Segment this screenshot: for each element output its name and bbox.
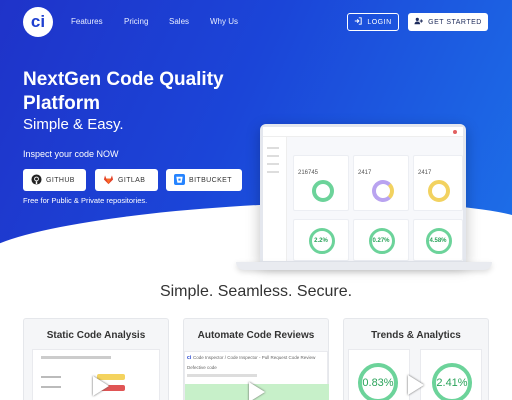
feature-card-static-analysis[interactable]: Static Code Analysis xyxy=(23,318,169,400)
mockup-sidebar xyxy=(263,137,287,261)
trend-ring-2-value: 2.41% xyxy=(436,377,468,389)
mockup-topbar xyxy=(263,127,463,137)
top-nav: ci Features Pricing Sales Why Us LOGIN G… xyxy=(0,0,512,44)
mockup-value-2: 2417 xyxy=(358,170,372,176)
mockup-metric-2: 0.27% xyxy=(353,219,409,261)
card-preview: 0.83% 2.41% xyxy=(346,349,488,400)
card-preview: ci Code Inspector / Code Inspector - Pul… xyxy=(184,351,329,400)
trend-ring-1-value: 0.83% xyxy=(362,377,394,389)
snippet-sub: Defective code xyxy=(187,365,217,370)
nav-link-sales[interactable]: Sales xyxy=(169,17,189,26)
bitbucket-icon xyxy=(174,173,185,187)
nav-link-features[interactable]: Features xyxy=(71,17,103,26)
feature-card-code-reviews[interactable]: Automate Code Reviews ci Code Inspector … xyxy=(183,318,329,400)
mockup-metric-1: 2.2% xyxy=(293,219,349,261)
ci-mini-logo: ci xyxy=(187,355,192,361)
github-icon xyxy=(31,173,42,187)
card-title: Trends & Analytics xyxy=(371,330,461,341)
mockup-value-3: 2417 xyxy=(418,170,432,176)
play-icon[interactable] xyxy=(93,376,109,396)
mockup-card-2: 2417 xyxy=(353,155,409,211)
hero-subtitle: Simple & Easy. xyxy=(23,116,124,133)
bitbucket-label: BITBUCKET xyxy=(189,176,232,184)
login-label: LOGIN xyxy=(367,18,392,26)
nav-link-pricing[interactable]: Pricing xyxy=(124,17,148,26)
add-user-icon xyxy=(414,17,424,27)
gitlab-button[interactable]: GITLAB xyxy=(95,169,158,191)
nav-link-why-us[interactable]: Why Us xyxy=(210,17,238,26)
get-started-button[interactable]: GET STARTED xyxy=(408,13,488,31)
inspect-text: Inspect your code NOW xyxy=(23,149,119,159)
login-button[interactable]: LOGIN xyxy=(347,13,399,31)
mockup-card-3: 2417 xyxy=(413,155,463,211)
play-icon[interactable] xyxy=(249,382,265,400)
trend-ring-1: 0.83% xyxy=(358,363,398,400)
get-started-label: GET STARTED xyxy=(428,18,482,26)
github-button[interactable]: GITHUB xyxy=(23,169,86,191)
card-title: Automate Code Reviews xyxy=(197,330,315,341)
mockup-metric-3: 4.58% xyxy=(413,219,463,261)
mockup-metric-2-value: 0.27% xyxy=(372,238,390,244)
card-title: Static Code Analysis xyxy=(46,330,146,341)
laptop-base xyxy=(236,262,492,270)
github-label: GITHUB xyxy=(46,176,75,184)
mockup-metric-1-value: 2.2% xyxy=(314,238,328,244)
trend-ring-2: 2.41% xyxy=(432,363,472,400)
logo[interactable]: ci xyxy=(23,7,53,37)
bitbucket-button[interactable]: BITBUCKET xyxy=(166,169,242,191)
gitlab-icon xyxy=(103,174,114,187)
feature-card-trends-analytics[interactable]: Trends & Analytics 0.83% 2.41% xyxy=(343,318,489,400)
dashboard-mockup: 216745 2417 2417 2.2% 0.27% 4.58% xyxy=(260,124,466,264)
card-preview xyxy=(32,349,160,400)
snippet-head: Code Inspector / Code Inspector - Pull R… xyxy=(193,355,316,360)
free-note: Free for Public & Private repositories. xyxy=(23,196,148,205)
section-title: Simple. Seamless. Secure. xyxy=(159,283,353,300)
gitlab-label: GITLAB xyxy=(118,176,146,184)
play-icon[interactable] xyxy=(408,375,424,395)
login-icon xyxy=(354,17,363,27)
mockup-card-1: 216745 xyxy=(293,155,349,211)
mockup-metric-3-value: 4.58% xyxy=(429,238,447,244)
hero-title: NextGen Code Quality Platform xyxy=(23,69,224,114)
landing-page: ci Features Pricing Sales Why Us LOGIN G… xyxy=(0,0,512,400)
mockup-value-1: 216745 xyxy=(298,170,319,176)
